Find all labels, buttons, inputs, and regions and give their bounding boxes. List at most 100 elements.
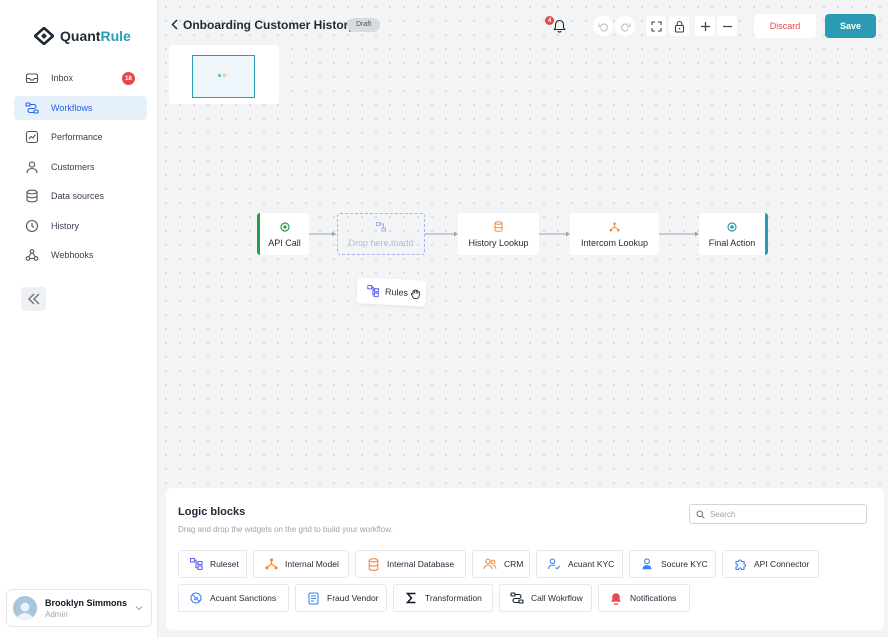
sidebar-item-label: Customers xyxy=(51,161,95,172)
collapse-sidebar-button[interactable] xyxy=(21,287,46,311)
sidebar-item-inbox[interactable]: Inbox 18 xyxy=(14,66,147,90)
inbox-count-badge: 18 xyxy=(122,72,135,85)
document-icon xyxy=(306,591,320,605)
block-label: Call Wokrflow xyxy=(531,593,583,603)
block-internal-database[interactable]: Internal Database xyxy=(355,550,466,578)
search-box[interactable] xyxy=(689,504,867,524)
user-icon xyxy=(640,557,654,571)
user-card[interactable]: Brooklyn Simmons Admin xyxy=(6,589,152,627)
sidebar-item-label: History xyxy=(51,220,80,231)
search-icon xyxy=(696,510,705,519)
block-label: Transformation xyxy=(425,593,482,603)
lock-icon xyxy=(674,20,684,33)
user-role: Admin xyxy=(45,609,68,619)
sidebar-item-label: Workflows xyxy=(51,102,93,113)
sidebar-item-data-sources[interactable]: Data sources xyxy=(14,184,147,208)
zoom-in-button[interactable] xyxy=(695,16,715,36)
crm-icon xyxy=(483,557,497,571)
database-icon xyxy=(25,189,39,203)
logic-blocks-panel: Logic blocks Drag and drop the widgets o… xyxy=(166,488,884,630)
status-badge: Draft xyxy=(347,18,381,32)
inbox-icon xyxy=(25,71,39,85)
sidebar-nav: Inbox 18 Workflows Performance Customers… xyxy=(14,66,147,273)
block-label: Acuant Sanctions xyxy=(210,593,277,603)
sidebar-item-history[interactable]: History xyxy=(14,214,147,238)
puzzle-icon xyxy=(733,557,747,571)
block-api-connector[interactable]: API Connector xyxy=(722,550,819,578)
undo-button[interactable] xyxy=(593,16,613,36)
dragging-block-label: Rules xyxy=(384,286,409,298)
chevron-down-icon xyxy=(135,606,143,611)
branch-icon xyxy=(609,221,620,233)
clock-icon xyxy=(25,219,39,233)
sidebar-item-customers[interactable]: Customers xyxy=(14,155,147,179)
block-label: Fraud Vendor xyxy=(327,593,379,603)
fullscreen-button[interactable] xyxy=(646,16,666,36)
sidebar-item-label: Webhooks xyxy=(51,250,94,260)
workflow-canvas[interactable]: Onboarding Customer History Draft 4 Disc… xyxy=(159,0,888,487)
logo-text: QuantRule xyxy=(60,28,131,44)
redo-icon xyxy=(620,22,631,32)
page-title: Onboarding Customer History xyxy=(183,18,356,32)
block-label: CRM xyxy=(504,559,524,569)
main-area: Onboarding Customer History Draft 4 Disc… xyxy=(159,0,888,637)
minus-icon xyxy=(722,25,732,27)
node-label: Drop here toadd xyxy=(348,237,414,248)
discard-button[interactable]: Discard xyxy=(754,14,816,38)
minimap[interactable] xyxy=(169,45,279,104)
lock-button[interactable] xyxy=(669,16,689,36)
block-label: Socure KYC xyxy=(661,559,708,569)
sidebar-item-performance[interactable]: Performance xyxy=(14,125,147,149)
ruleset-icon xyxy=(367,284,380,298)
workflow-icon xyxy=(25,101,39,115)
block-call-workflow[interactable]: Call Wokrflow xyxy=(499,584,592,612)
ruleset-icon xyxy=(376,221,386,233)
avatar xyxy=(13,596,37,620)
sidebar-item-label: Inbox xyxy=(51,73,74,83)
sidebar: QuantRule Inbox 18 Workflows Performance… xyxy=(0,0,158,637)
sigma-icon xyxy=(404,591,418,605)
sidebar-item-label: Performance xyxy=(51,132,103,142)
block-acuant-sanctions[interactable]: Acuant Sanctions xyxy=(178,584,289,612)
flow-node-intercom-lookup[interactable]: Intercom Lookup xyxy=(570,213,659,255)
route-icon xyxy=(510,591,524,605)
target-icon xyxy=(727,221,737,233)
flow-node-history-lookup[interactable]: History Lookup xyxy=(458,213,539,255)
zoom-out-button[interactable] xyxy=(717,16,737,36)
topbar: Onboarding Customer History Draft 4 Disc… xyxy=(159,0,888,50)
sidebar-item-workflows[interactable]: Workflows xyxy=(14,95,147,120)
undo-icon xyxy=(597,22,608,32)
dragging-block-ruleset[interactable]: Rules xyxy=(356,277,427,307)
user-info: Brooklyn Simmons Admin xyxy=(45,598,127,619)
block-transformation[interactable]: Transformation xyxy=(393,584,493,612)
block-internal-model[interactable]: Internal Model xyxy=(253,550,349,578)
block-label: Internal Database xyxy=(387,559,455,569)
search-input[interactable] xyxy=(710,509,860,519)
back-chevron-icon[interactable] xyxy=(171,19,179,30)
sidebar-item-webhooks[interactable]: Webhooks xyxy=(14,243,147,267)
ban-icon xyxy=(189,591,203,605)
block-label: Ruleset xyxy=(210,559,239,569)
block-label: Notifications xyxy=(630,593,677,603)
redo-button[interactable] xyxy=(615,16,635,36)
avatar-silhouette-icon xyxy=(16,602,34,620)
block-acuant-kyc[interactable]: Acuant KYC xyxy=(536,550,623,578)
logo[interactable]: QuantRule xyxy=(34,27,131,45)
grab-cursor-icon xyxy=(410,287,422,299)
flow-node-api-call[interactable]: API Call xyxy=(257,213,309,255)
block-fraud-vendor[interactable]: Fraud Vendor xyxy=(295,584,387,612)
block-socure-kyc[interactable]: Socure KYC xyxy=(629,550,716,578)
panel-title: Logic blocks xyxy=(178,506,246,518)
panel-subtitle: Drag and drop the widgets on the grid to… xyxy=(178,525,393,534)
webhook-icon xyxy=(25,248,39,262)
double-chevron-left-icon xyxy=(27,293,39,305)
save-button[interactable]: Save xyxy=(825,14,876,38)
chart-icon xyxy=(25,130,39,144)
block-label: Internal Model xyxy=(285,559,339,569)
block-label: API Connector xyxy=(754,559,810,569)
flow-node-final-action[interactable]: Final Action xyxy=(699,213,768,255)
block-notifications[interactable]: Notifications xyxy=(598,584,690,612)
block-crm[interactable]: CRM xyxy=(472,550,530,578)
block-ruleset[interactable]: Ruleset xyxy=(178,550,247,578)
flow-drop-zone[interactable]: Drop here toadd xyxy=(337,213,425,255)
